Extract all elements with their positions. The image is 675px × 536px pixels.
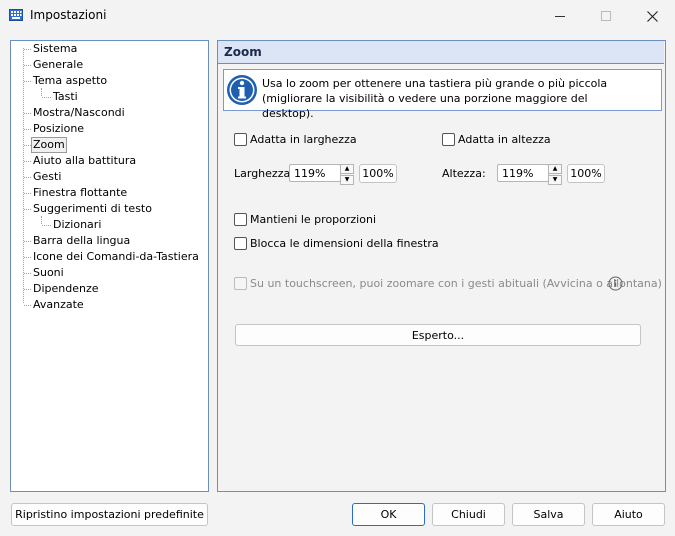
close-icon: [646, 10, 658, 22]
info-icon: [226, 74, 258, 109]
tree-item[interactable]: Avanzate: [33, 298, 84, 312]
tree-connector: [24, 209, 31, 210]
tree-item[interactable]: Mostra/Nascondi: [33, 106, 125, 120]
touch-zoom-checkbox[interactable]: [234, 277, 247, 290]
tree-connector: [24, 241, 31, 242]
width-spinner[interactable]: ▲ ▼: [340, 164, 354, 185]
spin-down-icon[interactable]: ▼: [548, 175, 562, 185]
lock-size-label: Blocca le dimensioni della finestra: [250, 237, 439, 250]
height-reset-button[interactable]: 100%: [567, 164, 605, 183]
fit-width-checkbox[interactable]: [234, 133, 247, 146]
tree-item[interactable]: Suggerimenti di testo: [33, 202, 152, 216]
tree-connector: [24, 81, 31, 82]
tree-item[interactable]: Posizione: [33, 122, 84, 136]
touch-zoom-label: Su un touchscreen, puoi zoomare con i ge…: [250, 277, 662, 290]
tree-item[interactable]: Generale: [33, 58, 83, 72]
tree-item[interactable]: Dipendenze: [33, 282, 99, 296]
tree-item[interactable]: Aiuto alla battitura: [33, 154, 136, 168]
tree-connector: [24, 145, 31, 146]
tree-item[interactable]: Sistema: [33, 42, 77, 56]
tree-connector: [41, 216, 42, 224]
maximize-icon: [601, 11, 611, 21]
spin-up-icon[interactable]: ▲: [340, 164, 354, 174]
tree-connector: [24, 289, 31, 290]
ok-button[interactable]: OK: [352, 503, 425, 526]
minimize-button[interactable]: [537, 0, 583, 32]
reset-defaults-button[interactable]: Ripristino impostazioni predefinite: [11, 503, 208, 526]
tree-connector: [24, 65, 31, 66]
tree-connector: [42, 97, 51, 98]
tree-connector: [42, 225, 51, 226]
lock-size-checkbox[interactable]: [234, 237, 247, 250]
save-button[interactable]: Salva: [512, 503, 585, 526]
tree-item[interactable]: Gesti: [33, 170, 61, 184]
help-button[interactable]: Aiuto: [592, 503, 665, 526]
tree-item[interactable]: Zoom: [31, 137, 67, 153]
tree-item[interactable]: Suoni: [33, 266, 64, 280]
tree-connector: [24, 129, 31, 130]
fit-height-checkbox[interactable]: [442, 133, 455, 146]
tree-connector: [24, 305, 31, 306]
tree-connector: [24, 193, 31, 194]
window-title: Impostazioni: [30, 8, 107, 22]
tree-connector: [24, 177, 31, 178]
keep-ratio-checkbox[interactable]: [234, 213, 247, 226]
tree-item[interactable]: Dizionari: [53, 218, 101, 232]
keyboard-icon: [9, 9, 23, 21]
help-info-icon[interactable]: [608, 276, 623, 294]
panel-title: Zoom: [224, 45, 262, 59]
width-input[interactable]: 119%: [289, 164, 341, 182]
tree-connector: [24, 161, 31, 162]
tree-item[interactable]: Icone dei Comandi-da-Tastiera: [33, 250, 199, 264]
spin-down-icon[interactable]: ▼: [340, 175, 354, 185]
tree-connector: [24, 49, 31, 50]
keep-ratio-label: Mantieni le proporzioni: [250, 213, 377, 226]
height-input[interactable]: 119%: [497, 164, 549, 182]
close-window-button[interactable]: [629, 0, 675, 32]
tree-connector: [23, 48, 24, 303]
close-button[interactable]: Chiudi: [432, 503, 505, 526]
spin-up-icon[interactable]: ▲: [548, 164, 562, 174]
fit-width-label: Adatta in larghezza: [250, 133, 357, 146]
expert-button[interactable]: Esperto...: [235, 324, 641, 346]
tree-connector: [41, 88, 42, 96]
minimize-icon: [555, 16, 565, 17]
tree-item[interactable]: Tasti: [53, 90, 78, 104]
tree-item[interactable]: Finestra flottante: [33, 186, 127, 200]
tree-item[interactable]: Barra della lingua: [33, 234, 130, 248]
height-spinner[interactable]: ▲ ▼: [548, 164, 562, 185]
width-reset-button[interactable]: 100%: [359, 164, 397, 183]
tree-connector: [24, 113, 31, 114]
panel-header: [218, 41, 664, 64]
maximize-button[interactable]: [583, 0, 629, 32]
height-label: Altezza:: [442, 167, 486, 180]
width-label: Larghezza:: [234, 167, 294, 180]
tree-connector: [24, 273, 31, 274]
fit-height-label: Adatta in altezza: [458, 133, 551, 146]
info-text: Usa lo zoom per ottenere una tastiera pi…: [262, 77, 608, 120]
tree-item[interactable]: Tema aspetto: [33, 74, 107, 88]
tree-connector: [24, 257, 31, 258]
